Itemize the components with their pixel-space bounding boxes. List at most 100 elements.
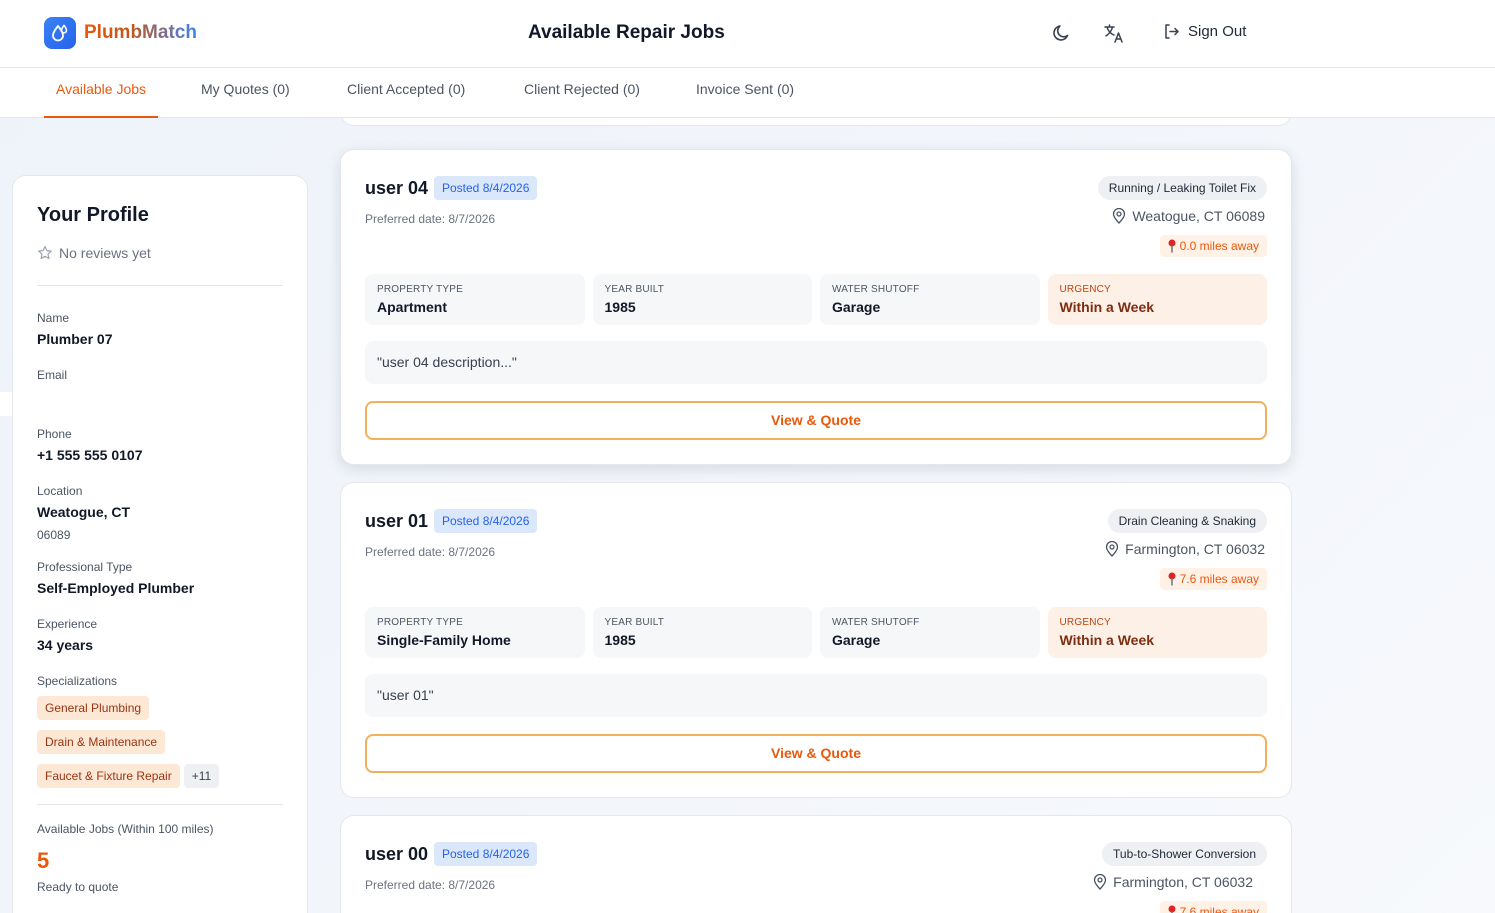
tab-client-accepted[interactable]: Client Accepted (0) — [335, 68, 477, 118]
sign-out-button[interactable]: Sign Out — [1163, 23, 1246, 40]
reviews-summary: No reviews yet — [37, 245, 283, 261]
profile-card: Your Profile No reviews yet Name Plumber… — [12, 175, 308, 913]
brand-name: PlumbMatch — [84, 22, 197, 43]
available-jobs-label: Available Jobs (Within 100 miles) — [37, 822, 214, 836]
urgency-fact: URGENCY Within a Week — [1047, 607, 1267, 658]
star-icon — [38, 245, 52, 260]
view-quote-button[interactable]: View & Quote — [365, 734, 1267, 773]
fact-value: Apartment — [377, 299, 448, 315]
fact-label: PROPERTY TYPE — [377, 284, 463, 295]
map-pin-icon — [1106, 541, 1119, 557]
job-card: user 04 Posted 8/4/2026 Preferred date: … — [340, 149, 1292, 465]
zip-value: 06089 — [37, 528, 71, 542]
posted-badge: Posted 8/4/2026 — [434, 176, 538, 200]
fact-value: 1985 — [604, 632, 636, 648]
page-title: Available Repair Jobs — [528, 22, 725, 43]
fact-value: 1985 — [604, 299, 636, 315]
available-jobs-sub: Ready to quote — [37, 880, 119, 894]
moon-icon[interactable] — [1050, 21, 1074, 45]
job-location-text: Weatogue, CT 06089 — [1132, 208, 1265, 224]
job-client-name: user 00 — [365, 844, 429, 864]
email-label: Email — [37, 368, 68, 382]
preferred-date: Preferred date: 8/7/2026 — [365, 545, 496, 559]
preferred-date: Preferred date: 8/7/2026 — [365, 878, 496, 892]
distance-badge: 0.0 miles away — [1159, 235, 1267, 257]
tab-client-rejected[interactable]: Client Rejected (0) — [512, 68, 652, 118]
distance-text: 0.0 miles away — [1179, 239, 1259, 253]
name-label: Name — [37, 311, 70, 325]
job-client-name: user 04 — [365, 178, 429, 198]
job-description: "user 04 description..." — [365, 341, 1267, 384]
tab-my-quotes[interactable]: My Quotes (0) — [189, 68, 302, 118]
water-shutoff-fact: WATER SHUTOFF Garage — [820, 607, 1040, 658]
divider — [37, 804, 283, 805]
fact-label: WATER SHUTOFF — [832, 617, 920, 628]
property-type-fact: PROPERTY TYPE Apartment — [365, 274, 585, 325]
pushpin-icon — [1168, 572, 1176, 586]
view-quote-button[interactable]: View & Quote — [365, 401, 1267, 440]
fact-value: Within a Week — [1059, 299, 1155, 315]
more-specializations-chip[interactable]: +11 — [183, 764, 220, 788]
job-location: Farmington, CT 06032 — [1105, 541, 1265, 557]
name-value: Plumber 07 — [37, 331, 113, 347]
fact-label: PROPERTY TYPE — [377, 617, 463, 628]
urgency-fact: URGENCY Within a Week — [1047, 274, 1267, 325]
email-value — [37, 388, 283, 405]
fact-value: Single-Family Home — [377, 632, 511, 648]
specialization-chip: Faucet & Fixture Repair — [37, 764, 180, 788]
specialization-chip: Drain & Maintenance — [37, 730, 166, 754]
job-card: user 01 Posted 8/4/2026 Preferred date: … — [340, 482, 1292, 798]
fact-value: Within a Week — [1059, 632, 1155, 648]
job-location-text: Farmington, CT 06032 — [1113, 874, 1253, 890]
brand-logo[interactable]: PlumbMatch — [44, 17, 197, 49]
fact-label: WATER SHUTOFF — [832, 284, 920, 295]
pushpin-icon — [1168, 239, 1176, 253]
professional-type-value: Self-Employed Plumber — [37, 580, 195, 596]
sign-out-label: Sign Out — [1188, 23, 1247, 40]
job-location-text: Farmington, CT 06032 — [1125, 541, 1265, 557]
location-value: Weatogue, CT — [37, 504, 131, 520]
professional-type-label: Professional Type — [37, 560, 133, 574]
specializations-list: General Plumbing Drain & Maintenance Fau… — [37, 696, 283, 798]
preferred-date: Preferred date: 8/7/2026 — [365, 212, 496, 226]
specializations-label: Specializations — [37, 674, 118, 688]
phone-label: Phone — [37, 427, 72, 441]
posted-badge: Posted 8/4/2026 — [434, 509, 538, 533]
map-pin-icon — [1094, 874, 1107, 890]
job-location: Farmington, CT 06032 — [1093, 874, 1253, 890]
available-jobs-count: 5 — [37, 848, 50, 873]
location-label: Location — [37, 484, 83, 498]
top-bar: PlumbMatch Available Repair Jobs Sign Ou… — [0, 0, 1495, 68]
profile-title: Your Profile — [37, 204, 149, 226]
droplet-logo-icon — [44, 17, 76, 49]
tab-invoice-sent[interactable]: Invoice Sent (0) — [684, 68, 806, 118]
reviews-text: No reviews yet — [59, 245, 151, 261]
distance-text: 7.6 miles away — [1179, 572, 1259, 586]
distance-badge: 7.6 miles away — [1159, 901, 1267, 913]
map-pin-icon — [1113, 208, 1126, 224]
fact-label: URGENCY — [1059, 284, 1111, 295]
job-card: user 00 Posted 8/4/2026 Preferred date: … — [340, 815, 1292, 913]
divider — [37, 285, 283, 286]
service-badge: Running / Leaking Toilet Fix — [1097, 176, 1267, 200]
water-shutoff-fact: WATER SHUTOFF Garage — [820, 274, 1040, 325]
fact-label: YEAR BUILT — [604, 284, 665, 295]
distance-text: 7.6 miles away — [1179, 905, 1259, 913]
year-built-fact: YEAR BUILT 1985 — [592, 607, 812, 658]
job-description: "user 01" — [365, 674, 1267, 717]
experience-label: Experience — [37, 617, 98, 631]
property-type-fact: PROPERTY TYPE Single-Family Home — [365, 607, 585, 658]
fact-value: Garage — [832, 632, 881, 648]
year-built-fact: YEAR BUILT 1985 — [592, 274, 812, 325]
fact-value: Garage — [832, 299, 881, 315]
translate-icon[interactable] — [1102, 21, 1126, 45]
phone-value: +1 555 555 0107 — [37, 447, 143, 463]
posted-badge: Posted 8/4/2026 — [434, 842, 538, 866]
fact-label: YEAR BUILT — [604, 617, 665, 628]
experience-value: 34 years — [37, 637, 94, 653]
job-facts: PROPERTY TYPE Apartment YEAR BUILT 1985 … — [365, 274, 1267, 325]
tab-available-jobs[interactable]: Available Jobs — [44, 68, 159, 118]
service-badge: Tub-to-Shower Conversion — [1102, 842, 1267, 866]
job-client-name: user 01 — [365, 511, 429, 531]
job-facts: PROPERTY TYPE Single-Family Home YEAR BU… — [365, 607, 1267, 658]
